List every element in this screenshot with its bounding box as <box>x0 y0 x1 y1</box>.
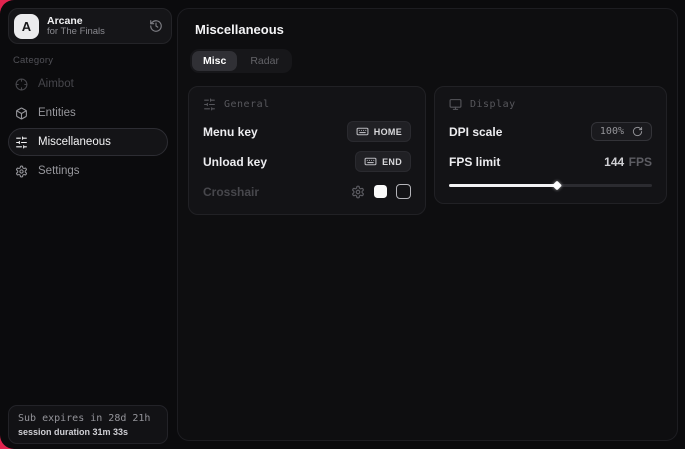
unload-key-row: Unload key END <box>203 152 411 171</box>
keybind-value: HOME <box>374 127 402 137</box>
crosshair-color-swatch[interactable] <box>374 185 387 198</box>
app-window: A Arcane for The Finals Category Aimbot <box>0 0 685 449</box>
main-panel: Miscellaneous Misc Radar General Menu ke… <box>177 8 678 441</box>
sidebar-item-miscellaneous[interactable]: Miscellaneous <box>8 128 168 156</box>
sidebar-item-label: Settings <box>38 165 80 177</box>
app-name: Arcane <box>47 15 141 27</box>
dpi-value-badge[interactable]: 100% <box>591 122 652 141</box>
fps-limit-row: FPS limit 144 FPS <box>449 152 652 171</box>
sidebar-item-entities[interactable]: Entities <box>8 99 168 127</box>
crosshair-row: Crosshair <box>203 182 411 201</box>
crosshair-label: Crosshair <box>203 185 259 199</box>
general-card: General Menu key HOME <box>188 86 426 215</box>
gear-icon <box>15 165 28 178</box>
fps-slider-fill <box>449 184 557 187</box>
fps-limit-label: FPS limit <box>449 155 500 169</box>
fps-slider-thumb[interactable] <box>552 181 562 191</box>
sidebar-item-settings[interactable]: Settings <box>8 157 168 185</box>
page-title: Miscellaneous <box>195 22 677 37</box>
unload-key-label: Unload key <box>203 155 267 169</box>
dpi-value: 100% <box>600 126 624 137</box>
sliders-icon <box>203 98 216 111</box>
crosshair-icon <box>15 78 28 91</box>
monitor-icon <box>449 98 462 111</box>
fps-slider[interactable] <box>449 181 652 190</box>
fps-unit: FPS <box>629 155 652 169</box>
menu-keybind-badge[interactable]: HOME <box>347 121 411 142</box>
keyboard-icon <box>356 125 369 138</box>
card-title: Display <box>470 99 516 110</box>
subscription-box: Sub expires in 28d 21h session duration … <box>8 405 168 444</box>
crosshair-outline-swatch[interactable] <box>396 184 411 199</box>
sidebar-item-label: Aimbot <box>38 78 74 90</box>
history-refresh-icon[interactable] <box>149 19 163 33</box>
sidebar: A Arcane for The Finals Category Aimbot <box>0 0 176 449</box>
refresh-icon[interactable] <box>632 126 643 137</box>
dpi-scale-row: DPI scale 100% <box>449 122 652 141</box>
display-card: Display DPI scale 100% FPS limit <box>434 86 667 204</box>
sidebar-item-label: Entities <box>38 107 76 119</box>
box-icon <box>15 107 28 120</box>
keybind-value: END <box>382 157 402 167</box>
category-label: Category <box>13 55 53 66</box>
menu-key-label: Menu key <box>203 125 258 139</box>
sidebar-item-aimbot[interactable]: Aimbot <box>8 70 168 98</box>
sliders-icon <box>15 136 28 149</box>
tab-bar: Misc Radar <box>190 49 292 73</box>
sidebar-nav: Aimbot Entities Miscellaneous <box>0 70 176 186</box>
sub-expires-text: Sub expires in 28d 21h <box>18 413 158 424</box>
app-titles: Arcane for The Finals <box>47 15 141 38</box>
avatar: A <box>14 14 39 39</box>
tab-radar[interactable]: Radar <box>239 51 290 71</box>
keyboard-icon <box>364 155 377 168</box>
card-title: General <box>224 99 270 110</box>
app-subtitle: for The Finals <box>47 27 141 38</box>
dpi-scale-label: DPI scale <box>449 125 502 139</box>
tab-misc[interactable]: Misc <box>192 51 237 71</box>
menu-key-row: Menu key HOME <box>203 122 411 141</box>
sidebar-item-label: Miscellaneous <box>38 136 111 148</box>
app-header-card: A Arcane for The Finals <box>8 8 172 44</box>
crosshair-settings-gear-icon[interactable] <box>351 185 365 199</box>
general-card-header: General <box>203 98 411 111</box>
display-card-header: Display <box>449 98 652 111</box>
session-duration-text: session duration 31m 33s <box>18 427 158 437</box>
crosshair-controls <box>351 184 411 199</box>
fps-value: 144 <box>604 155 624 169</box>
cards-row: General Menu key HOME <box>188 86 667 215</box>
unload-keybind-badge[interactable]: END <box>355 151 411 172</box>
fps-value-group: 144 FPS <box>604 153 652 171</box>
